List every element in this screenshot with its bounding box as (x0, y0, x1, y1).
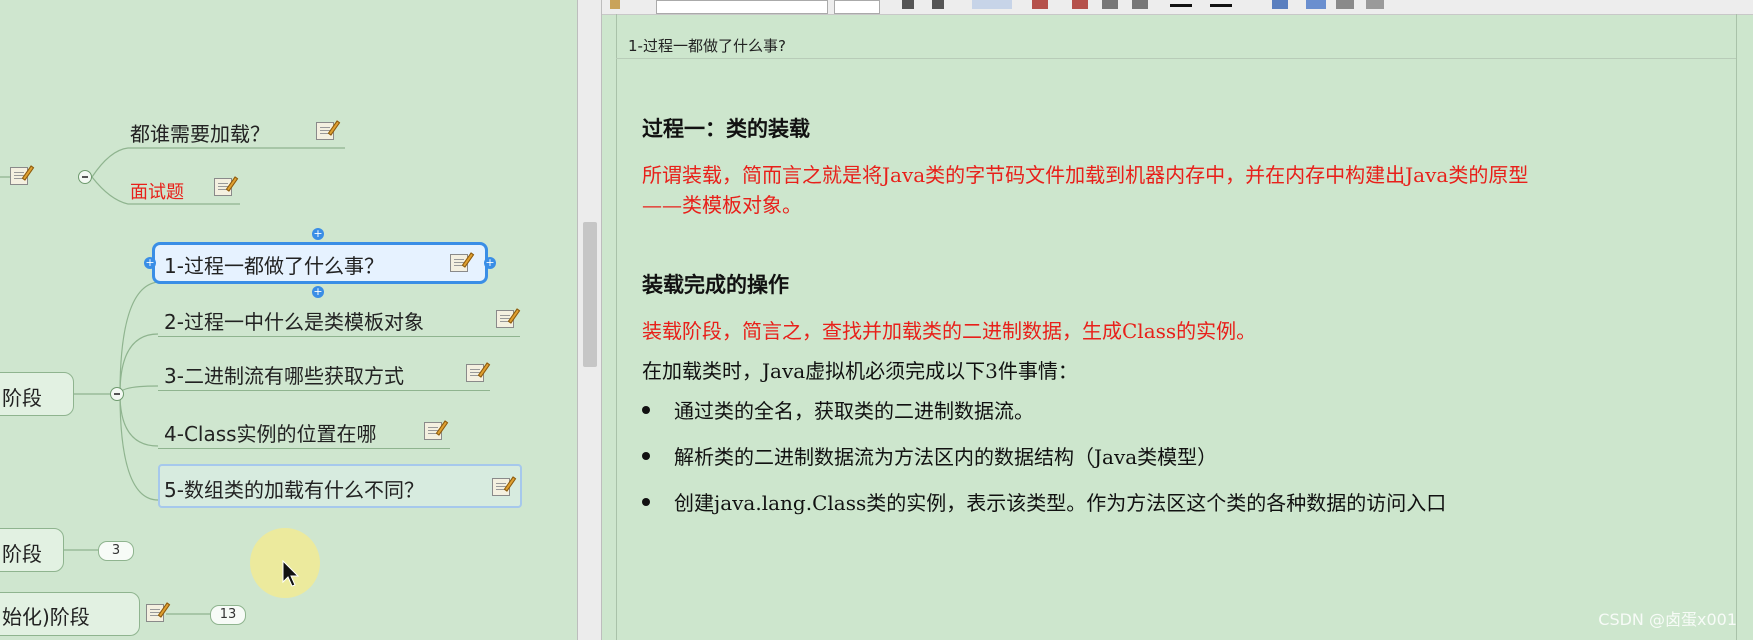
bullet-marker (642, 498, 650, 506)
node-label: 阶段 (2, 542, 42, 566)
editor-border-right (1736, 14, 1737, 640)
table-icon[interactable] (1272, 0, 1288, 9)
bullet-item: 解析类的二进制数据流为方法区内的数据结构（Java类模型） (674, 445, 1218, 469)
font-size-select[interactable] (834, 0, 880, 14)
node-label: 面试题 (130, 182, 184, 203)
outdent-icon[interactable] (1102, 0, 1118, 9)
node-label: 始化)阶段 (2, 605, 90, 629)
bullet-item: 通过类的全名，获取类的二进制数据流。 (674, 399, 1034, 423)
section-heading: 装载完成的操作 (642, 272, 789, 297)
note-icon[interactable] (10, 167, 28, 185)
node-label: 都谁需要加载？ (130, 122, 270, 146)
definition-text-continued: ——类模板对象。 (642, 193, 802, 217)
note-icon[interactable] (214, 178, 232, 196)
italic-icon[interactable] (932, 0, 944, 9)
node-label: 1-过程一都做了什么事？ (164, 254, 384, 278)
numbered-list-icon[interactable] (1072, 0, 1088, 9)
collapse-toggle[interactable] (110, 387, 124, 401)
mouse-cursor-icon (282, 560, 300, 587)
definition-text: 所谓装载，简而言之就是将Java类的字节码文件加载到机器内存中，并在内存中构建出… (642, 163, 1529, 187)
node-underline (158, 448, 450, 449)
note-icon[interactable] (450, 254, 468, 272)
bullet-item: 创建java.lang.Class类的实例，表示该类型。作为方法区这个类的各种数… (674, 491, 1447, 515)
bold-icon[interactable] (902, 0, 914, 9)
note-toolbar (602, 0, 1753, 15)
note-title-bar: 1-过程一都做了什么事? (616, 28, 1736, 59)
note-icon[interactable] (466, 364, 484, 382)
note-title: 1-过程一都做了什么事? (628, 37, 786, 55)
add-node-top-handle[interactable]: + (312, 228, 324, 240)
watermark: CSDN @卤蛋x001 (1598, 610, 1737, 629)
note-icon[interactable] (424, 422, 442, 440)
child-count-badge[interactable]: 3 (98, 541, 134, 561)
highlight-color-icon[interactable] (1210, 4, 1232, 7)
panel-splitter-scrollbar[interactable] (577, 0, 602, 640)
node-label: 5-数组类的加载有什么不同？ (164, 478, 424, 502)
mindmap-canvas[interactable]: 都谁需要加载？ 面试题 + + + + 1-过程一都做了什么事？ 2-过程一中什… (0, 0, 577, 640)
node-label: 阶段 (2, 386, 42, 410)
note-icon[interactable] (496, 310, 514, 328)
image-icon[interactable] (1336, 0, 1354, 9)
node-label: 4-Class实例的位置在哪 (164, 422, 377, 446)
underline-icon[interactable] (972, 0, 1012, 9)
toolbar-icon[interactable] (610, 0, 620, 9)
note-panel: 1-过程一都做了什么事? 过程一：类的装载 所谓装载，简而言之就是将Java类的… (602, 0, 1753, 640)
bullet-marker (642, 452, 650, 460)
text-color-icon[interactable] (1170, 4, 1192, 7)
node-label: 3-二进制流有哪些获取方式 (164, 364, 404, 388)
search-icon[interactable] (1366, 0, 1384, 9)
note-icon[interactable] (316, 122, 334, 140)
scrollbar-thumb[interactable] (583, 222, 597, 367)
node-label: 2-过程一中什么是类模板对象 (164, 310, 424, 334)
bullet-marker (642, 406, 650, 414)
note-editor[interactable]: 过程一：类的装载 所谓装载，简而言之就是将Java类的字节码文件加载到机器内存中… (616, 59, 1736, 640)
note-icon[interactable] (492, 478, 510, 496)
node-underline (158, 390, 490, 391)
node-underline (158, 336, 520, 337)
list-icon[interactable] (1032, 0, 1048, 9)
intro-text: 在加载类时，Java虚拟机必须完成以下3件事情： (642, 359, 1078, 383)
child-count-badge[interactable]: 13 (210, 605, 246, 625)
collapse-toggle[interactable] (78, 170, 92, 184)
indent-icon[interactable] (1132, 0, 1148, 9)
font-family-select[interactable] (656, 0, 828, 14)
add-node-left-handle[interactable]: + (144, 257, 156, 269)
link-icon[interactable] (1306, 0, 1326, 9)
note-icon[interactable] (146, 604, 164, 622)
summary-text: 装载阶段，简言之，查找并加载类的二进制数据，生成Class的实例。 (642, 319, 1257, 343)
add-node-bottom-handle[interactable]: + (312, 286, 324, 298)
section-heading: 过程一：类的装载 (642, 116, 810, 141)
add-node-right-handle[interactable]: + (484, 257, 496, 269)
